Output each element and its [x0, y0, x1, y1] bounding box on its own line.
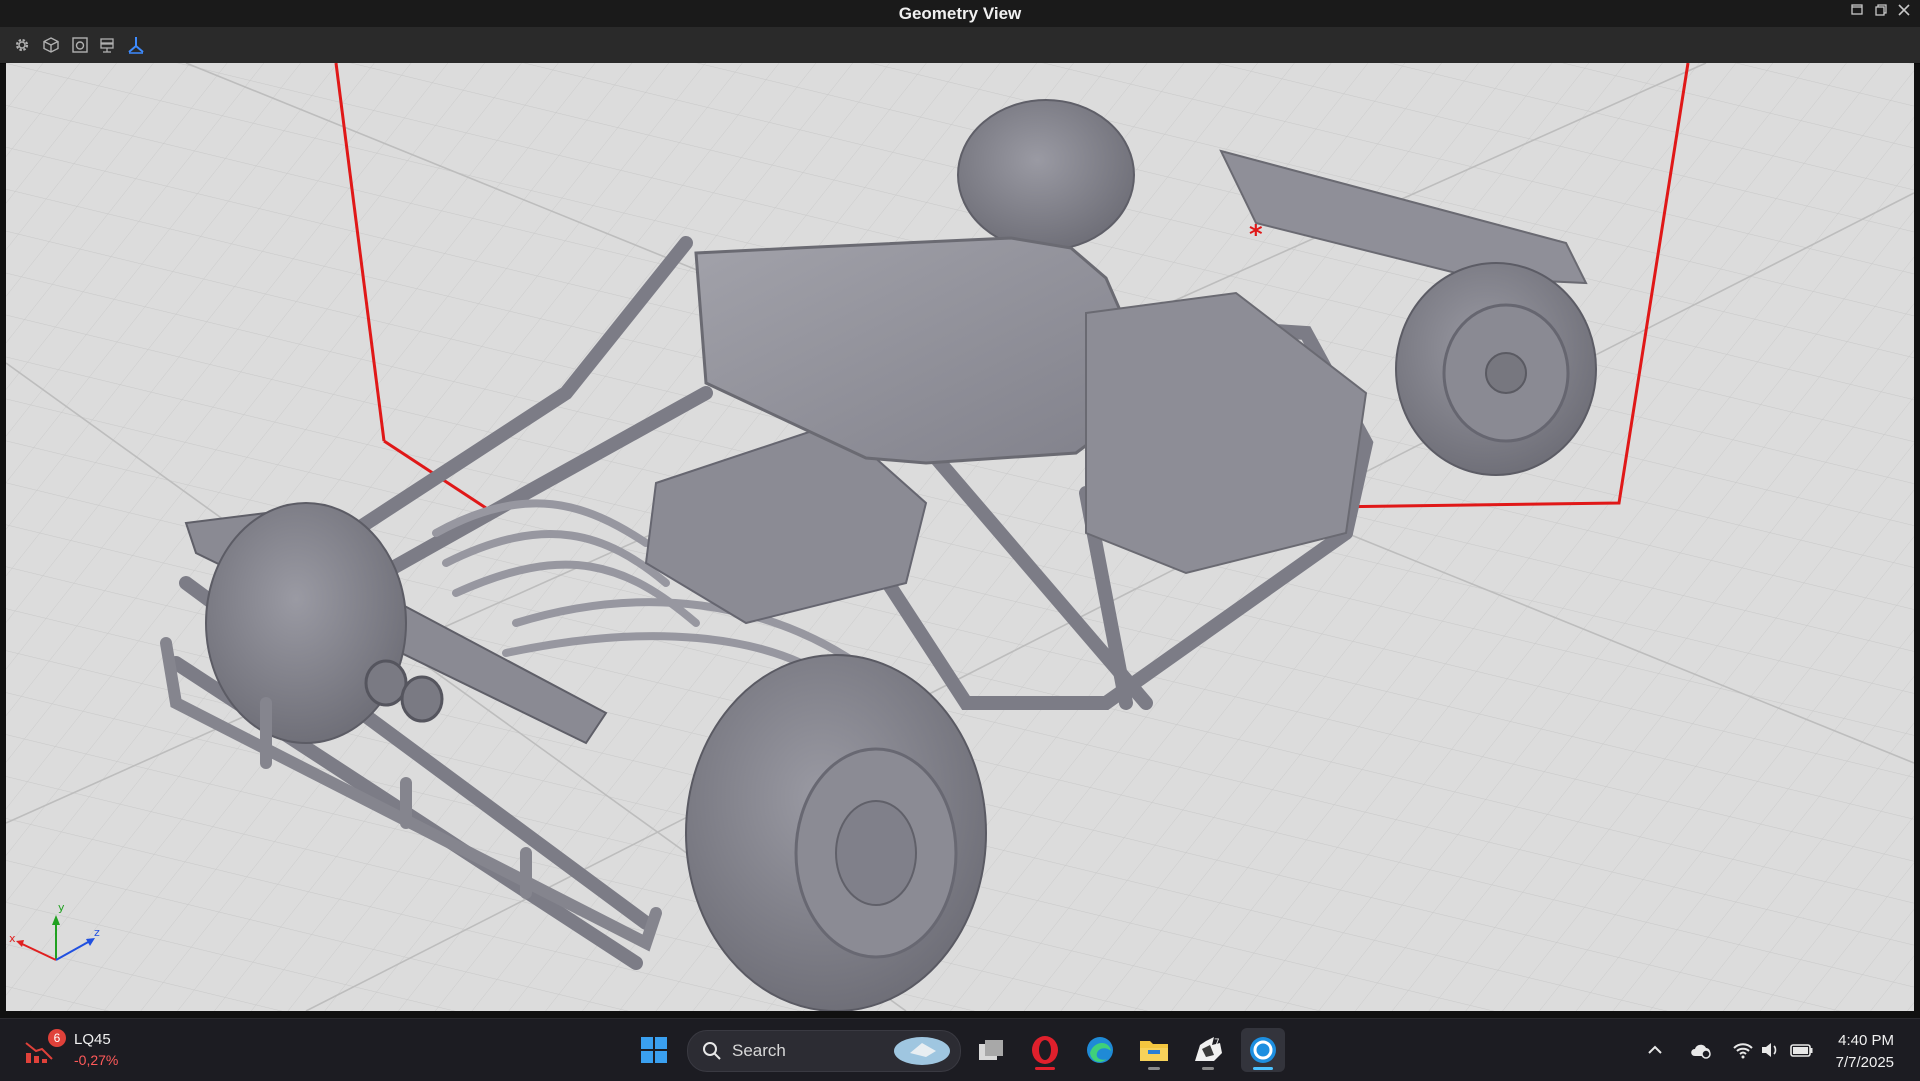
wifi-icon[interactable]: [1728, 1028, 1758, 1072]
search-highlight-icon: [892, 1035, 952, 1072]
screenshot-icon[interactable]: [68, 33, 92, 57]
rhino-icon[interactable]: 7: [1186, 1028, 1230, 1072]
tire-rear-left: [205, 502, 407, 744]
svg-text:7: 7: [1214, 1038, 1220, 1048]
windows-start-icon[interactable]: [632, 1028, 676, 1072]
cloud-sync-icon[interactable]: [1686, 1028, 1716, 1072]
settings-icon[interactable]: [10, 33, 34, 57]
app-icon-active[interactable]: [1241, 1028, 1285, 1072]
volume-icon[interactable]: [1756, 1028, 1786, 1072]
cube-view-icon[interactable]: [39, 33, 63, 57]
restore-icon[interactable]: [1872, 3, 1890, 21]
axis-label-y: y: [58, 901, 65, 914]
window-title: Geometry View: [898, 4, 1022, 23]
stock-ticker: LQ45: [74, 1031, 111, 1048]
tire-rear-top: [957, 99, 1135, 251]
pivot-marker-icon: *: [1249, 220, 1263, 250]
window-titlebar: Geometry View: [0, 0, 1920, 27]
axis-label-z: z: [94, 926, 100, 939]
task-view-icon[interactable]: [969, 1028, 1013, 1072]
geometry-viewport[interactable]: * y x z: [6, 63, 1914, 1011]
notification-badge: 6: [48, 1029, 66, 1047]
stock-widget[interactable]: 6 LQ45 -0,27%: [10, 1019, 120, 1079]
axis-label-x: x: [9, 932, 16, 945]
clock-date: 7/7/2025: [1835, 1054, 1894, 1071]
taskbar-search[interactable]: Search: [687, 1030, 961, 1072]
minimize-icon[interactable]: [1848, 3, 1866, 21]
file-explorer-icon[interactable]: [1132, 1028, 1176, 1072]
search-placeholder: Search: [732, 1041, 786, 1060]
viewport-toolbar: [0, 27, 1920, 64]
close-icon[interactable]: [1895, 3, 1913, 21]
layers-icon[interactable]: [95, 33, 119, 57]
clock-time: 4:40 PM: [1838, 1032, 1894, 1049]
stock-change: -0,27%: [74, 1052, 119, 1068]
edge-browser-icon[interactable]: [1078, 1028, 1122, 1072]
windows-taskbar: 6 LQ45 -0,27% Search 7 4:40 PM 7/7/2025: [0, 1018, 1920, 1081]
opera-browser-icon[interactable]: [1023, 1028, 1067, 1072]
chevron-up-icon[interactable]: [1640, 1028, 1670, 1072]
axes-toggle-icon[interactable]: [124, 33, 148, 57]
taskbar-clock[interactable]: 4:40 PM 7/7/2025: [1810, 1019, 1920, 1079]
scene-canvas: * y x z: [6, 63, 1914, 1011]
search-icon: [702, 1041, 722, 1066]
